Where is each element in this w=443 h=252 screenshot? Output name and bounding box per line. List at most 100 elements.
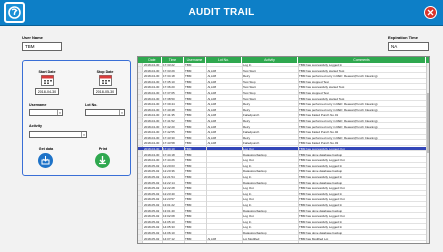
table-row[interactable]: 2018-05-02 12:20:36 TBM Datastore/backup TBM…	[138, 169, 429, 174]
activity-dropdown[interactable]: ▾	[29, 131, 87, 138]
table-row[interactable]: 2018-04-30 17:37:05 TBM -N,L08 Test Stop TBM …	[138, 91, 429, 96]
table-row[interactable]: 2018-04-30 17:39:44 TBM -N,L08 Retry TBM has …	[138, 102, 429, 107]
cell-activity: Log Out	[243, 158, 254, 163]
cell-time: 12:20:36	[163, 169, 175, 174]
table-row[interactable]: 2018-04-30 17:44:26 TBM Log Out TBM has succ…	[138, 158, 429, 163]
cell-activity: Log In	[243, 163, 252, 168]
table-row[interactable]: 2018-05-02 14:05:33 TBM Log In TBM has succe…	[138, 225, 429, 230]
table-row[interactable]: 2018-05-02 12:23:57 TBM Log Out TBM has succ…	[138, 197, 429, 202]
cell-time: 12:22:14	[163, 180, 175, 185]
username-dropdown[interactable]: ▾	[29, 109, 63, 116]
table-row[interactable]: 2018-04-30 17:36:20 TBM -N,L08 Test Start TBM…	[138, 85, 429, 90]
cell-lot-no: -N,L08	[207, 124, 217, 129]
table-row[interactable]: 2018-04-30 17:41:35 TBM -N,L08 Failedpunch TB…	[138, 113, 429, 118]
table-row[interactable]: 2018-05-02 12:22:14 TBM Datastore/backup TBM…	[138, 181, 429, 185]
table-row[interactable]: 2018-05-02 14:07:12 TBM -N,L08 Lot Modified T…	[138, 237, 429, 241]
cell-username: TBM	[185, 74, 192, 79]
cell-comments: TBM has successfully Logged In	[299, 191, 343, 196]
cell-comments: TBM has done database backup	[299, 152, 343, 157]
cell-lot-no	[206, 231, 242, 235]
table-row[interactable]: 2018-04-30 17:41:52 TBM -N,L08 Retry TBM has …	[138, 119, 429, 124]
table-row[interactable]: 2018-05-02 13:02:08 TBM Log Out TBM has succ…	[138, 214, 429, 219]
cell-activity: Test Start	[243, 85, 256, 90]
cell-username: TBM	[185, 163, 192, 168]
cell-lot-no: -N,L08	[207, 74, 217, 79]
scrollbar-thumb[interactable]	[427, 93, 429, 153]
lot-no-dropdown[interactable]: ▾	[85, 109, 125, 116]
start-date-field[interactable]: 2018-04-30	[35, 88, 59, 95]
cell-comments: TBM has successfully Logged In	[299, 225, 343, 230]
get-data-button[interactable]	[38, 153, 53, 168]
cell-activity: Test Stop	[243, 79, 256, 84]
chevron-down-icon: ▾	[81, 132, 86, 137]
print-button[interactable]	[95, 153, 110, 168]
table-row[interactable]: 2018-04-30 17:42:55 TBM -N,L08 Failedpunch TB…	[138, 130, 429, 135]
cell-lot-no	[206, 220, 242, 224]
table-row[interactable]: 2018-04-30 17:42:20 TBM -N,L08 Retry TBM has …	[138, 125, 429, 129]
cell-comments: TBM has successfully Logged Out	[299, 186, 345, 191]
cell-date: 2018-05-02	[144, 163, 160, 168]
table-row[interactable]: 2018-04-30 17:43:30 TBM -N,L08 Retry TBM has …	[138, 135, 429, 141]
table-row[interactable]: 2018-05-02 12:22:28 TBM Log Out TBM has succ…	[138, 186, 429, 191]
table-row[interactable]: 2018-04-30 17:34:18 TBM -N,L08 Retry TBM has …	[138, 74, 429, 79]
cell-username: TBM	[185, 130, 192, 135]
table-row[interactable]: 2018-05-02 13:01:22 TBM Log In TBM has succe…	[138, 203, 429, 208]
cell-date: 2018-04-30	[144, 63, 160, 67]
table-row[interactable]: 2018-05-02 13:01:40 TBM Datastore/backup TBM…	[138, 209, 429, 213]
cell-date: 2018-04-30	[144, 96, 160, 101]
cell-username: TBM	[185, 231, 192, 235]
table-row[interactable]: 2018-04-30 17:43:58 TBM -N,L08 Failedpunch TB…	[138, 141, 429, 146]
cell-date: 2018-04-30	[144, 141, 160, 146]
cell-username: TBM	[185, 135, 192, 140]
cell-comments: TBM has successfully started Test	[299, 85, 345, 90]
cell-username: TBM	[185, 113, 192, 118]
activity-label: Activity	[29, 124, 42, 128]
cell-date: 2018-04-30	[144, 107, 160, 112]
cell-lot-no: -N,L08	[207, 102, 217, 107]
cell-date: 2018-05-02	[144, 203, 160, 207]
cell-comments: TBM has performed retry in REF: Reason(P…	[299, 119, 378, 123]
table-row[interactable]: 2018-04-30 17:33:22 TBM Log In TBM has succe…	[138, 63, 429, 68]
cell-username: TBM	[185, 158, 192, 163]
cell-time: 17:42:20	[163, 124, 175, 129]
table-row[interactable]: 2018-04-30 17:44:10 TBM Log Out TBM has succ…	[138, 147, 429, 152]
table-row[interactable]: 2018-04-30 17:35:10 TBM -N,L08 Test Stop TBM …	[138, 79, 429, 85]
cell-date: 2018-04-30	[144, 79, 160, 84]
calendar-icon[interactable]	[99, 74, 112, 86]
cell-time: 12:20:03	[163, 163, 175, 168]
cell-date: 2018-04-30	[144, 152, 160, 157]
table-row[interactable]: 2018-05-02 12:20:03 TBM Log In TBM has succe…	[138, 163, 429, 169]
table-row[interactable]: 2018-04-30 17:33:29 TBM -N,L08 Test Start TBM…	[138, 69, 429, 73]
cell-lot-no	[206, 175, 242, 179]
cell-time: 13:01:22	[163, 203, 175, 207]
cell-time: 12:21:54	[163, 175, 175, 179]
cell-lot-no	[206, 192, 242, 196]
table-row[interactable]: 2018-05-02 14:06:10 TBM Datastore/backup TBM…	[138, 231, 429, 236]
cell-activity: Log In	[243, 191, 252, 196]
table-row[interactable]: 2018-04-30 17:44:18 TBM Datastore/backup TBM…	[138, 153, 429, 157]
cell-activity: Log Out	[243, 214, 254, 219]
cell-comments: TBM has successfully Logged Out	[299, 147, 345, 151]
table-row[interactable]: 2018-04-30 17:38:50 TBM -N,L08 Test Start TBM…	[138, 97, 429, 101]
table-row[interactable]: 2018-05-02 12:23:40 TBM Log In TBM has succe…	[138, 191, 429, 197]
table-row[interactable]: 2018-05-02 12:21:54 TBM Log In TBM has succe…	[138, 175, 429, 180]
close-button[interactable]	[424, 6, 437, 19]
table-row[interactable]: 2018-04-30 17:40:48 TBM -N,L08 Retry TBM has …	[138, 107, 429, 113]
cell-date: 2018-04-30	[144, 85, 160, 90]
cell-time: 17:43:30	[163, 135, 175, 140]
cell-time: 12:23:57	[163, 197, 175, 202]
cell-activity: Test Stop	[243, 91, 256, 95]
cell-comments: TBM has performed retry in REF: Reason(P…	[299, 102, 378, 107]
cell-username: TBM	[185, 124, 192, 129]
calendar-icon[interactable]	[41, 74, 54, 86]
cell-username: TBM	[185, 225, 192, 230]
cell-time: 14:05:10	[163, 219, 175, 224]
audit-trail-table[interactable]: Date Time Username Lot No. Activity Comm…	[137, 56, 430, 244]
cell-username: TBM	[185, 197, 192, 202]
cell-time: 12:22:28	[163, 186, 175, 191]
stop-date-field[interactable]: 2018-05-30	[93, 88, 117, 95]
vertical-scrollbar[interactable]	[426, 63, 429, 243]
cell-date: 2018-05-02	[144, 236, 160, 241]
cell-username: TBM	[185, 214, 192, 219]
table-row[interactable]: 2018-05-02 14:05:10 TBM Log In TBM has succe…	[138, 219, 429, 225]
